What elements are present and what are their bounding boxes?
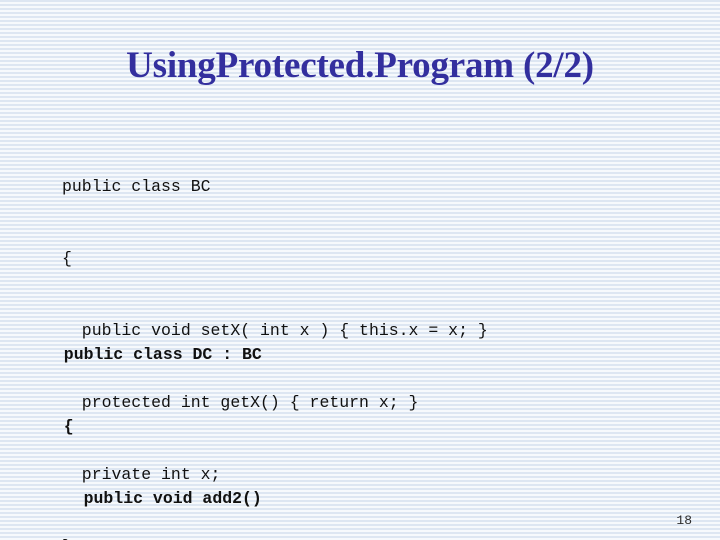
code-line: { bbox=[44, 417, 74, 436]
slide-canvas: UsingProtected.Program (2/2) public clas… bbox=[0, 0, 720, 540]
code-line: { bbox=[62, 249, 72, 268]
code-line: public class BC bbox=[62, 177, 211, 196]
page-title: UsingProtected.Program (2/2) bbox=[126, 45, 594, 86]
code-line: public void add2() bbox=[44, 489, 262, 508]
code-block-derived-class: public class DC : BC { public void add2(… bbox=[44, 295, 272, 540]
code-line: public class DC : BC bbox=[44, 345, 262, 364]
page-number: 18 bbox=[676, 513, 692, 528]
